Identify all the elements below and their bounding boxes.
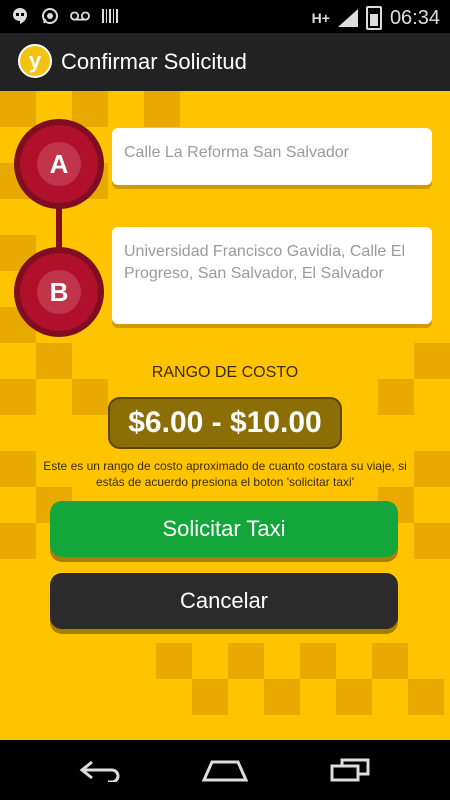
notification-icons (10, 6, 120, 26)
voicemail-icon (70, 6, 90, 26)
checker-tile (408, 679, 444, 715)
action-bar: y Confirmar Solicitud (0, 33, 450, 91)
point-b-marker: B (20, 253, 98, 331)
signal-icon (337, 9, 358, 27)
checker-tile (414, 523, 450, 559)
checker-tile (0, 379, 36, 415)
checker-tile (264, 679, 300, 715)
back-icon[interactable] (75, 756, 125, 784)
checker-tile (72, 91, 108, 127)
checker-tile (300, 643, 336, 679)
destination-field[interactable]: Universidad Francisco Gavidia, Calle El … (112, 227, 432, 324)
checker-tile (0, 523, 36, 559)
point-a-marker: A (20, 125, 98, 203)
status-bar: H+ 06:34 (0, 0, 450, 33)
checker-tile (144, 91, 180, 127)
point-b-label: B (37, 270, 81, 314)
cost-note: Este es un rango de costo aproximado de … (43, 459, 407, 489)
origin-field[interactable]: Calle La Reforma San Salvador (112, 128, 432, 185)
checker-tile (72, 379, 108, 415)
whatsapp-icon (40, 6, 60, 26)
checker-tile (156, 643, 192, 679)
home-icon[interactable] (200, 756, 250, 784)
checker-tile (336, 679, 372, 715)
cost-range-title: RANGO DE COSTO (151, 364, 299, 381)
recent-apps-icon[interactable] (325, 756, 375, 784)
app-logo[interactable]: y (18, 44, 52, 78)
checker-tile (228, 643, 264, 679)
checker-tile (372, 643, 408, 679)
request-taxi-button[interactable]: Solicitar Taxi (50, 501, 398, 557)
navigation-bar (0, 740, 450, 800)
battery-icon (365, 6, 382, 30)
main-content: A B Calle La Reforma San Salvador Univer… (0, 91, 450, 740)
clock: 06:34 (389, 6, 440, 29)
cancel-button[interactable]: Cancelar (50, 573, 398, 629)
system-status: H+ 06:34 (312, 6, 440, 30)
page-title: Confirmar Solicitud (61, 49, 247, 74)
cost-range-value: $6.00 - $10.00 (108, 397, 342, 449)
checker-tile (378, 379, 414, 415)
checker-tile (0, 91, 36, 127)
barcode-icon (100, 6, 120, 26)
hangouts-icon (10, 6, 30, 26)
point-a-label: A (37, 142, 81, 186)
network-type: H+ (311, 10, 330, 26)
checker-tile (192, 679, 228, 715)
